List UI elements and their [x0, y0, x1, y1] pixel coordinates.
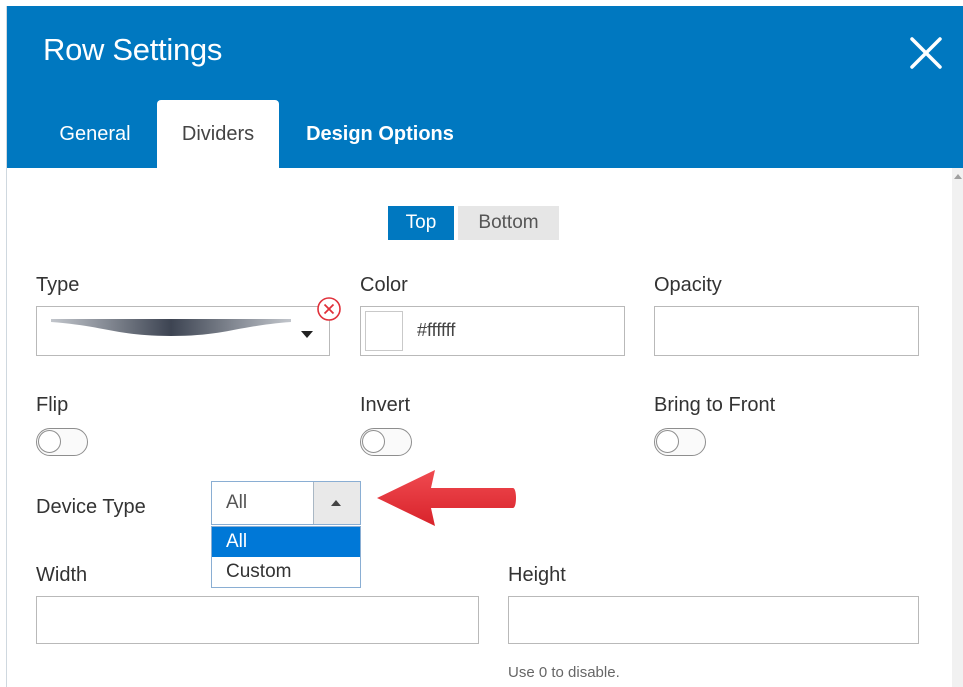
- tab-design-options[interactable]: Design Options: [287, 100, 473, 168]
- device-type-value: All: [226, 492, 248, 513]
- tab-design-options-label: Design Options: [306, 122, 454, 145]
- bring-to-front-toggle[interactable]: [654, 428, 706, 456]
- invert-label: Invert: [360, 394, 411, 416]
- height-input[interactable]: [508, 596, 919, 644]
- bottom-segment-button[interactable]: Bottom: [458, 206, 559, 240]
- tab-general[interactable]: General: [35, 100, 155, 168]
- opacity-input[interactable]: [654, 306, 919, 356]
- device-type-toggle-button[interactable]: [313, 482, 360, 524]
- tab-general-label: General: [59, 122, 131, 145]
- clear-type-icon[interactable]: [316, 296, 342, 322]
- scroll-up-arrow-icon[interactable]: [954, 174, 962, 179]
- color-label: Color: [360, 274, 408, 296]
- flip-toggle[interactable]: [36, 428, 88, 456]
- device-type-select[interactable]: All: [211, 481, 361, 525]
- type-select[interactable]: [36, 306, 330, 356]
- device-type-option-custom[interactable]: Custom: [212, 557, 360, 587]
- flip-label: Flip: [36, 394, 69, 416]
- device-type-label: Device Type: [36, 496, 146, 518]
- opacity-label: Opacity: [654, 274, 722, 296]
- width-label: Width: [36, 564, 88, 586]
- type-label: Type: [36, 274, 80, 296]
- tab-dividers-label: Dividers: [181, 122, 255, 145]
- vertical-scrollbar[interactable]: [952, 168, 963, 687]
- color-value: #ffffff: [417, 320, 456, 340]
- device-type-dropdown: All Custom: [211, 526, 361, 588]
- color-field[interactable]: #ffffff: [360, 306, 625, 356]
- close-icon[interactable]: [905, 32, 947, 74]
- annotation-arrow-icon: [377, 470, 516, 526]
- height-help-text: Use 0 to disable.: [508, 664, 620, 681]
- row-settings-dialog: Row Settings General Dividers Design Opt…: [6, 6, 963, 687]
- caret-down-icon: [301, 331, 313, 338]
- height-label: Height: [508, 564, 566, 586]
- invert-toggle[interactable]: [360, 428, 412, 456]
- wave-divider-preview: [51, 319, 291, 336]
- device-type-option-all[interactable]: All: [212, 527, 360, 557]
- caret-up-icon: [331, 500, 341, 506]
- tab-dividers[interactable]: Dividers: [157, 100, 279, 168]
- dividers-panel: Top Bottom Type Color #ffffff Opacity Fl…: [7, 168, 963, 687]
- color-swatch[interactable]: [365, 311, 403, 351]
- dialog-header: Row Settings General Dividers Design Opt…: [7, 6, 963, 168]
- dialog-title: Row Settings: [43, 32, 223, 67]
- width-input[interactable]: [36, 596, 479, 644]
- top-segment-button[interactable]: Top: [388, 206, 454, 240]
- bring-to-front-label: Bring to Front: [654, 394, 776, 416]
